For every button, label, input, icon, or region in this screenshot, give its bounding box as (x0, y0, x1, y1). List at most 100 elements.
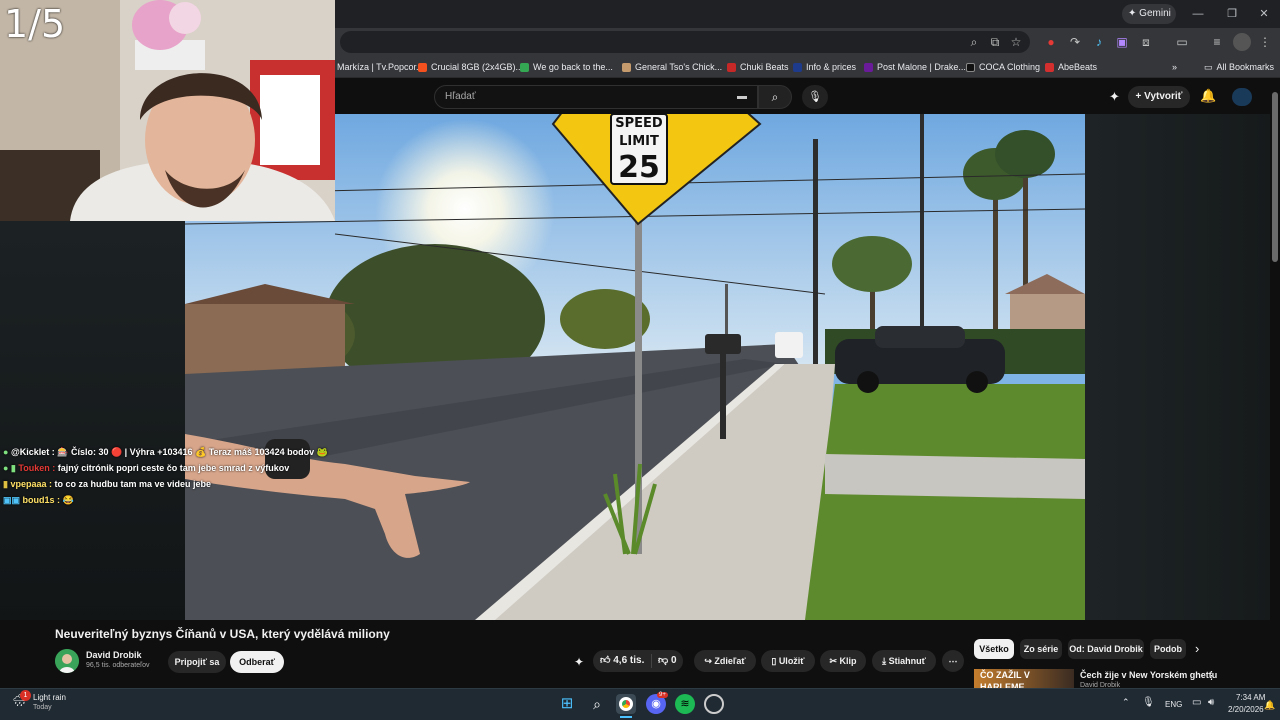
like-button[interactable]: 👍︎ 4,6 tis. (600, 654, 644, 666)
chat-text: 🎰 Číslo: 30 🔴 | Výhra +103416 💰 Teraz má… (54, 447, 328, 457)
notifications-bell-icon[interactable]: 🔔 (1200, 88, 1216, 104)
bookmarks-overflow-icon[interactable]: » (1172, 59, 1177, 75)
scrollbar-thumb[interactable] (1272, 92, 1278, 262)
network-icon[interactable]: ▭ (1192, 697, 1201, 708)
recommended-menu-icon[interactable]: ⋮ (1206, 669, 1217, 682)
notification-center-icon[interactable]: 🔔 (1264, 700, 1275, 711)
maximize-icon[interactable]: ❐ (1222, 4, 1242, 24)
weather-label[interactable]: Light rain (33, 693, 66, 702)
bookmark-item[interactable]: General Tso's Chick... (622, 59, 722, 75)
gemini-label: Gemini (1139, 8, 1171, 19)
bookmark-favicon-icon (520, 62, 529, 72)
bookmark-star-icon[interactable]: ☆ (1007, 33, 1025, 51)
search-icon: ⌕ (771, 90, 779, 104)
tray-overflow-icon[interactable]: ⌃ (1122, 697, 1130, 708)
chip-from-channel[interactable]: Od: David Drobik (1068, 639, 1144, 659)
chat-username: Touken : (18, 463, 56, 473)
dislike-button[interactable]: 👎︎ 0 (658, 654, 677, 666)
search-input[interactable]: Hľadať ▬ (434, 85, 758, 109)
voice-search-button[interactable]: 🎙 (802, 85, 828, 109)
search-button[interactable]: ⌕ (758, 85, 792, 109)
address-bar[interactable] (340, 31, 1030, 53)
search-placeholder: Hľadať (445, 91, 476, 102)
clock-date[interactable]: 2/20/2026 (1228, 705, 1264, 714)
chip-all[interactable]: Všetko (974, 639, 1014, 659)
save-label: Uložiť (778, 656, 805, 666)
giveaway-counter: 1/5 (4, 2, 66, 46)
gemini-button[interactable]: ✦ Gemini (1122, 4, 1176, 24)
clock-time[interactable]: 7:34 AM (1236, 693, 1265, 702)
speed-sign-limit: LIMIT (619, 134, 659, 149)
install-icon[interactable]: ⧉ (986, 33, 1004, 51)
chat-message: ▣▣ boud1s : 😂 (3, 495, 74, 506)
stream-chat-panel (0, 221, 185, 620)
taskbar-search-icon[interactable]: ⌕ (587, 694, 607, 714)
extension-record-icon[interactable]: ● (1042, 33, 1060, 51)
bookmark-label: Post Malone | Drake... (877, 62, 966, 72)
subscribe-button[interactable]: Odberať (230, 651, 284, 673)
start-menu-icon[interactable]: ⊞ (557, 694, 577, 714)
channel-name[interactable]: David Drobik (86, 650, 142, 660)
bookmark-item[interactable]: AbeBeats (1045, 59, 1097, 75)
bookmark-item[interactable]: Chuki Beats (727, 59, 789, 75)
keyboard-icon[interactable]: ▬ (737, 86, 747, 108)
browser-menu-icon[interactable]: ⋮ (1256, 33, 1274, 51)
windows-taskbar (0, 688, 1280, 720)
chips-next-icon[interactable]: › (1195, 641, 1199, 656)
bookmark-item[interactable]: Post Malone | Drake... (864, 59, 966, 75)
chat-text: fajný citrónik popri ceste čo tam jebe s… (55, 463, 290, 473)
more-actions-button[interactable]: ⋯ (942, 650, 964, 672)
like-divider (651, 654, 652, 668)
chat-username: vpepaaa : (10, 479, 52, 489)
account-avatar[interactable] (1232, 88, 1252, 106)
media-queue-icon[interactable]: ≡ (1208, 33, 1226, 51)
channel-avatar[interactable] (55, 649, 79, 673)
extension-twitch-icon[interactable]: ▣ (1113, 33, 1131, 51)
bookmark-label: COCA Clothing (979, 62, 1041, 72)
input-language[interactable]: ENG (1165, 700, 1182, 709)
close-icon[interactable]: ✕ (1254, 4, 1274, 24)
bookmark-favicon-icon (622, 62, 631, 72)
bookmark-item[interactable]: We go back to the... (520, 59, 613, 75)
download-button[interactable]: ⤓ Stiahnuť (872, 650, 936, 672)
all-bookmarks-button[interactable]: ▭ All Bookmarks (1204, 59, 1274, 75)
app-taskbar-icon[interactable] (704, 694, 724, 714)
gemini-spark-icon[interactable]: ✦ (1109, 89, 1120, 105)
chat-username: @Kicklet : (10, 447, 55, 457)
chat-bullet-icon: ● ▮ (3, 463, 19, 473)
microphone-tray-icon[interactable]: 🎙 (1142, 697, 1155, 708)
cast-icon[interactable]: ▭ (1173, 33, 1191, 51)
bookmark-item[interactable]: Markíza | Tv.Popcor... (337, 59, 424, 75)
chat-text: to co za hudbu tam ma ve videu jebe (51, 479, 212, 489)
chrome-taskbar-icon[interactable] (616, 694, 636, 714)
extension-audio-icon[interactable]: ♪ (1090, 33, 1108, 51)
gemini-ask-icon[interactable]: ✦ (574, 655, 584, 669)
chat-message: ▮ vpepaaa : to co za hudbu tam ma ve vid… (3, 479, 211, 490)
minimize-icon[interactable]: — (1188, 4, 1208, 24)
share-button[interactable]: ↪ Zdieľať (694, 650, 756, 672)
bookmark-item[interactable]: Info & prices (793, 59, 856, 75)
recommended-title[interactable]: Čech žije v New Yorském ghettu (1080, 670, 1217, 680)
thumbs-up-icon: 👍︎ (600, 655, 614, 666)
bookmark-favicon-icon (966, 62, 975, 72)
extensions-puzzle-icon[interactable]: ⧈ (1137, 33, 1155, 51)
weather-badge: 1 (20, 690, 31, 701)
microphone-icon: 🎙 (808, 91, 822, 103)
zoom-icon[interactable]: ⌕ (965, 33, 983, 51)
save-button[interactable]: ▯ Uložiť (761, 650, 815, 672)
spotify-taskbar-icon[interactable]: ≋ (675, 694, 695, 714)
bookmark-favicon-icon (864, 62, 873, 72)
extension-arrow-icon[interactable]: ↷ (1066, 33, 1084, 51)
volume-icon[interactable]: 🔊︎ (1208, 697, 1214, 708)
create-button[interactable]: + Vytvoriť (1128, 86, 1190, 108)
profile-avatar[interactable] (1233, 33, 1251, 51)
chip-similar[interactable]: Podob (1150, 639, 1186, 659)
share-icon: ↪ (704, 656, 715, 666)
clip-button[interactable]: ✂ Klip (820, 650, 866, 672)
recommended-thumbnail[interactable]: ČO ZAŽIL V HARLEME (974, 669, 1074, 688)
bookmark-item[interactable]: COCA Clothing (966, 59, 1040, 75)
like-count: 4,6 tis. (613, 655, 645, 666)
bookmark-item[interactable]: Crucial 8GB (2x4GB)... (418, 59, 523, 75)
chip-series[interactable]: Zo série (1020, 639, 1062, 659)
join-button[interactable]: Pripojiť sa (168, 651, 226, 673)
